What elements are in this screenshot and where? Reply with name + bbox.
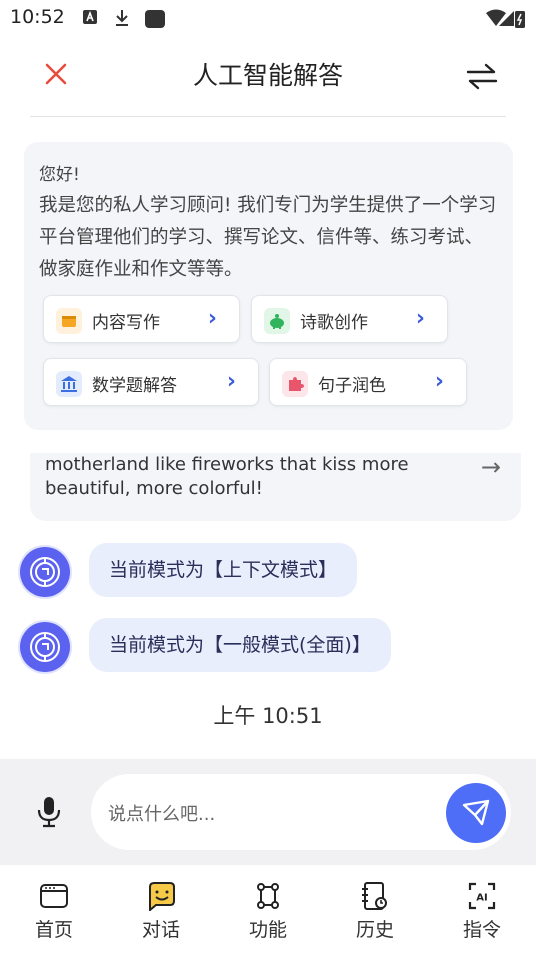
- chip-label: 句子润色: [318, 376, 386, 396]
- chevron-right-icon: ›: [434, 369, 444, 394]
- chip-math[interactable]: 数学题解答 ›: [43, 358, 259, 406]
- download-icon: [116, 10, 128, 26]
- bot-message: 当前模式为【一般模式(全面)】: [0, 618, 536, 674]
- switch-mode-button[interactable]: [462, 60, 502, 92]
- arrow-right-icon[interactable]: →: [481, 453, 501, 481]
- tab-home[interactable]: 首页: [14, 881, 94, 945]
- history-book-icon: [362, 882, 387, 910]
- previous-message-bubble[interactable]: motherland like fireworks that kiss more…: [30, 453, 521, 521]
- header: 人工智能解答: [0, 48, 536, 104]
- nodes-icon: [257, 883, 279, 909]
- bot-avatar: [20, 547, 70, 597]
- signal-icon: [499, 11, 514, 26]
- message-bubble: 当前模式为【一般模式(全面)】: [89, 618, 391, 672]
- chip-label: 数学题解答: [92, 376, 177, 396]
- ai-scan-icon: AI: [468, 882, 496, 910]
- tab-label: 功能: [248, 919, 287, 941]
- welcome-description: 我是您的私人学习顾问! 我们专门为学生提供了一个学习平台管理他们的学习、撰写论文…: [39, 195, 497, 280]
- chip-poetry[interactable]: 诗歌创作 ›: [251, 295, 448, 343]
- piggy-bank-icon: [264, 308, 290, 334]
- tab-label: 历史: [355, 919, 394, 941]
- tab-commands[interactable]: AI 指令: [442, 881, 522, 945]
- browser-window-icon: [40, 884, 68, 908]
- welcome-card: 您好! 我是您的私人学习顾问! 我们专门为学生提供了一个学习平台管理他们的学习、…: [24, 142, 513, 430]
- message-bubble: 当前模式为【上下文模式】: [89, 543, 358, 597]
- bottom-tab-bar: 首页 对话 功能 历史 AI 指令: [0, 865, 536, 954]
- voice-input-button[interactable]: [34, 795, 64, 829]
- chip-sentence-polish[interactable]: 句子润色 ›: [269, 358, 467, 406]
- bot-avatar: [20, 622, 70, 672]
- chip-content-writing[interactable]: 内容写作 ›: [43, 295, 240, 343]
- tab-chat[interactable]: 对话: [121, 881, 201, 945]
- tab-label: 首页: [34, 919, 73, 941]
- message-timestamp: 上午 10:51: [213, 704, 323, 728]
- bank-icon: [56, 371, 82, 397]
- ai-logo-icon: [30, 557, 60, 587]
- notification-a-icon: [83, 10, 97, 24]
- page-title: 人工智能解答: [192, 61, 343, 90]
- swap-icon: [466, 63, 498, 90]
- battery-icon: [515, 11, 525, 28]
- chat-smile-icon: [149, 882, 175, 911]
- microphone-icon: [37, 797, 61, 828]
- tab-label: 对话: [141, 919, 180, 941]
- welcome-greeting: 您好!: [39, 165, 80, 185]
- chevron-right-icon: ›: [226, 369, 236, 394]
- svg-text:AI: AI: [476, 893, 487, 904]
- app-notification-icon: [145, 10, 165, 28]
- tab-history[interactable]: 历史: [335, 881, 415, 945]
- previous-message-text: motherland like fireworks that kiss more…: [45, 454, 409, 499]
- input-placeholder: 说点什么吧...: [108, 804, 216, 825]
- send-button[interactable]: [446, 783, 506, 843]
- puzzle-icon: [282, 371, 308, 397]
- chevron-right-icon: ›: [415, 306, 425, 331]
- header-divider: [30, 116, 506, 117]
- ai-logo-icon: [30, 632, 60, 662]
- status-time: 10:52: [10, 6, 65, 28]
- chip-label: 诗歌创作: [300, 313, 368, 333]
- send-icon: [462, 799, 490, 826]
- chevron-right-icon: ›: [207, 306, 217, 331]
- tab-functions[interactable]: 功能: [228, 881, 308, 945]
- tab-label: 指令: [462, 919, 501, 941]
- chip-label: 内容写作: [92, 313, 160, 333]
- status-bar: 10:52: [0, 0, 536, 36]
- wallet-icon: [56, 308, 82, 334]
- bot-message: 当前模式为【上下文模式】: [0, 543, 536, 599]
